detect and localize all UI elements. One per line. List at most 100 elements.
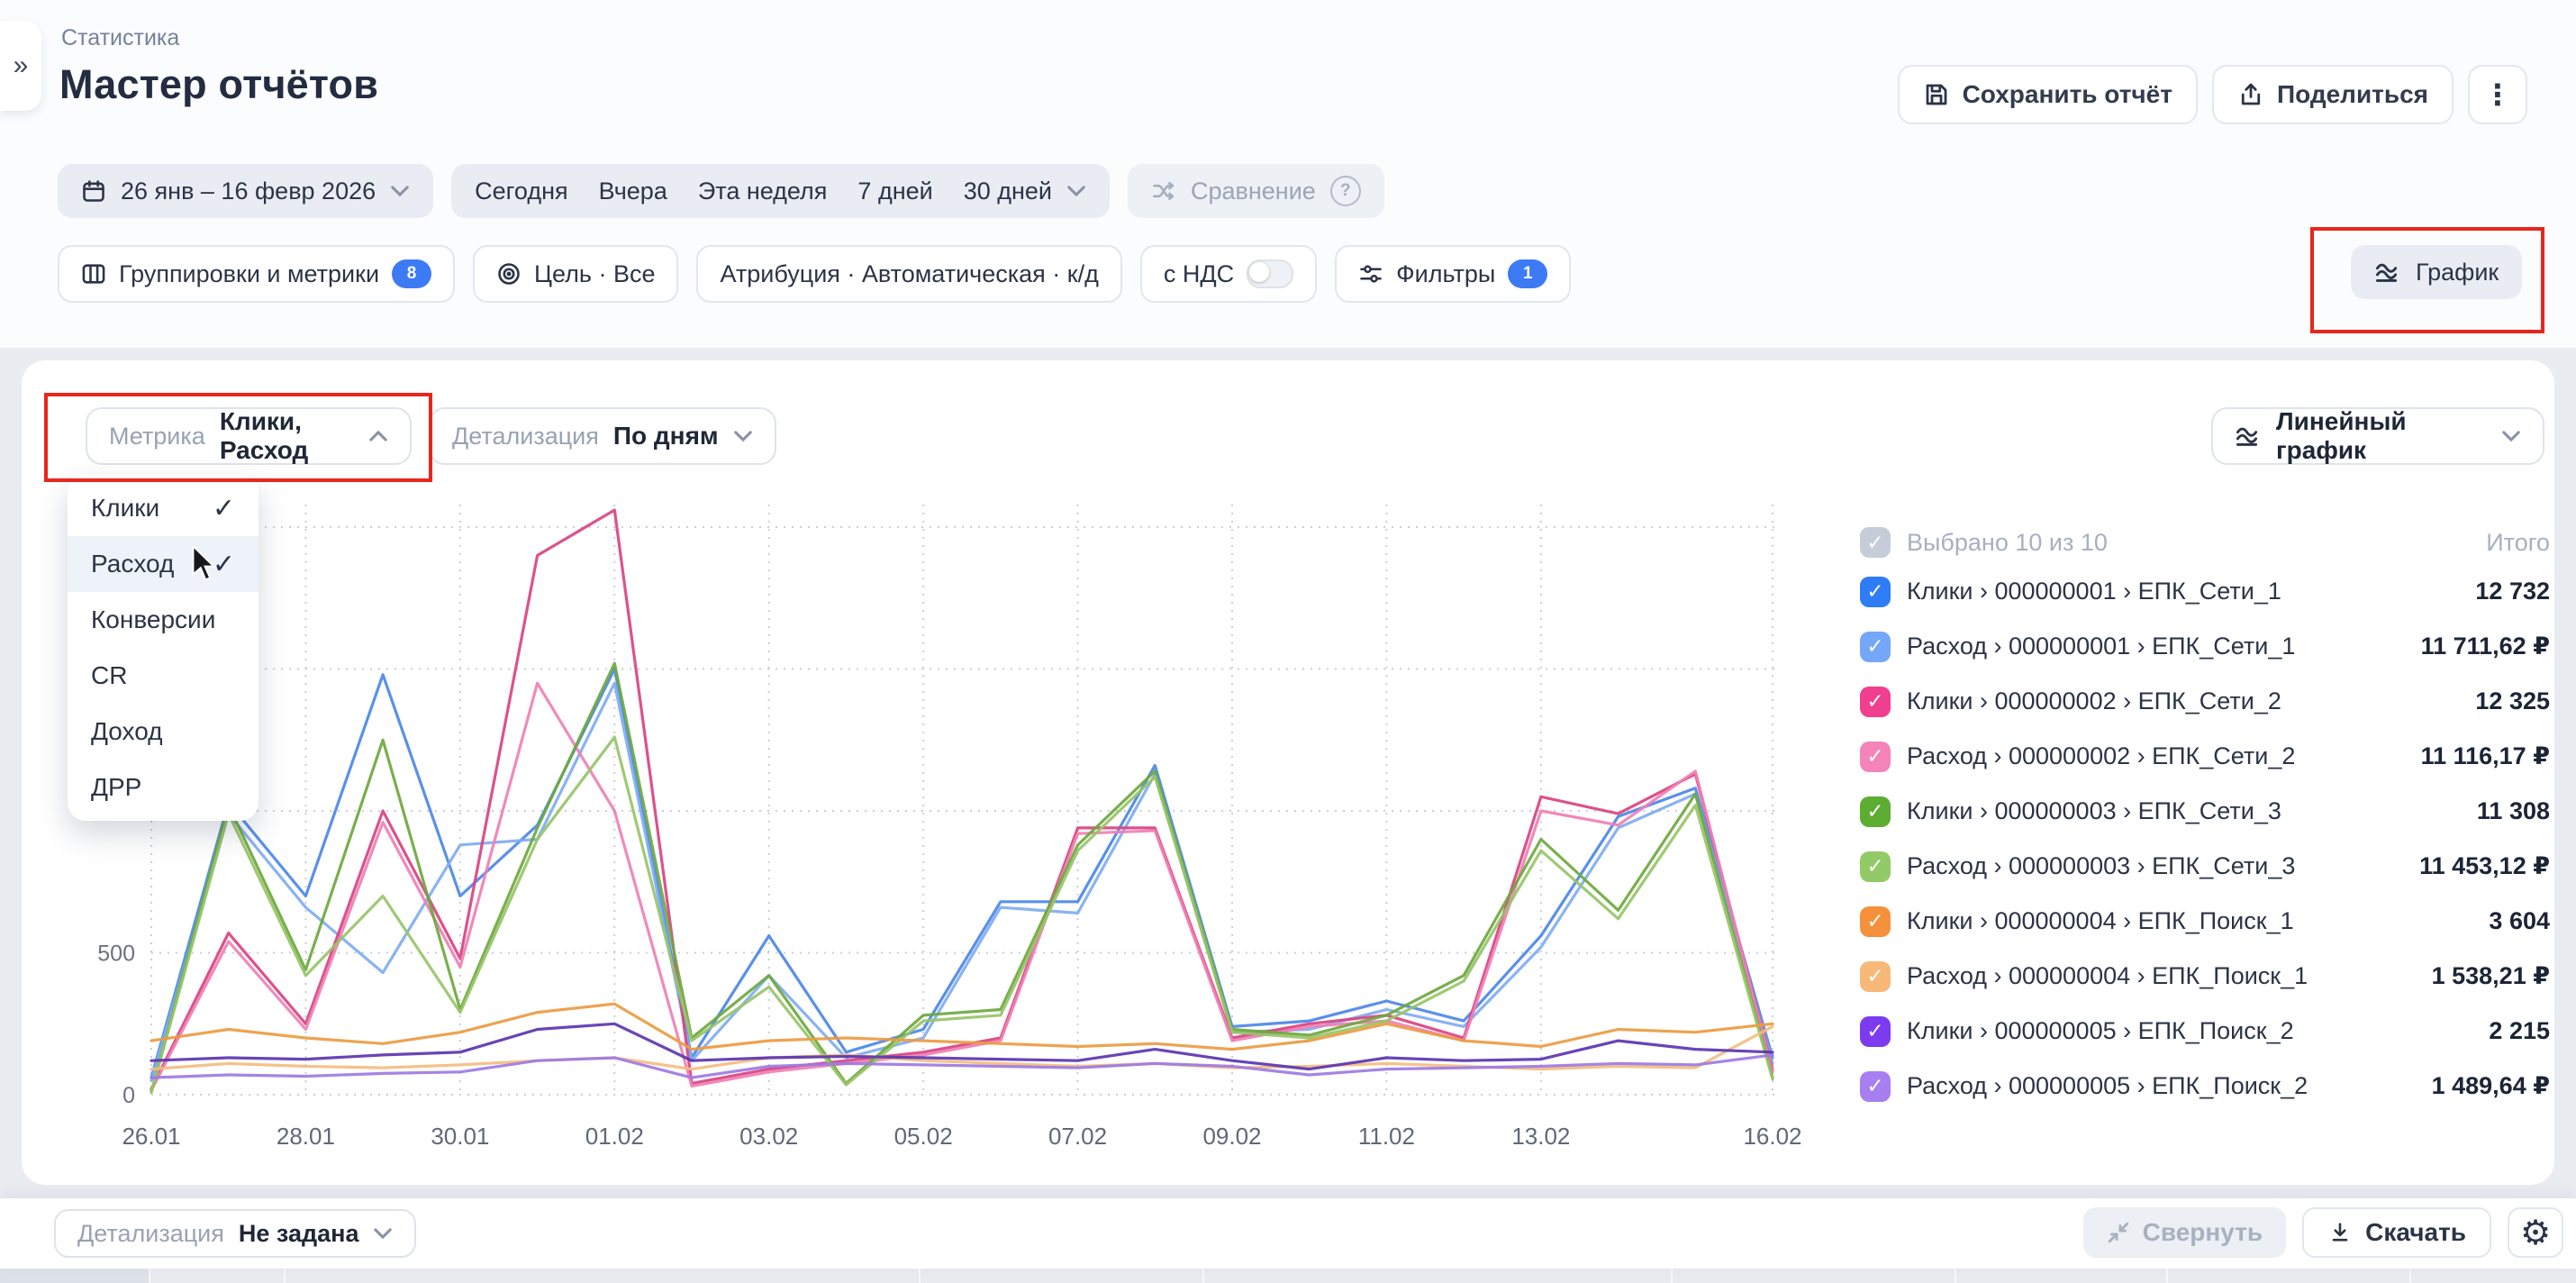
quick-range-item[interactable]: Эта неделя [698, 177, 828, 205]
legend-row: ✓Расход › 000000001 › ЕПК_Сети_111 711,6… [1860, 619, 2550, 674]
series-total-value: 12 732 [2475, 578, 2550, 605]
groupings-metrics-button[interactable]: Группировки и метрики 8 [58, 245, 455, 303]
series-checkbox[interactable]: ✓ [1860, 577, 1891, 607]
table-column-divider [919, 1269, 921, 1283]
goal-button[interactable]: Цель · Все [473, 245, 678, 303]
metric-option-label: Клики [91, 494, 159, 523]
series-label: Расход › 000000002 › ЕПК_Сети_2 [1907, 742, 2295, 770]
series-checkbox[interactable]: ✓ [1860, 742, 1891, 772]
bottom-bar-actions: Свернуть Скачать ⚙ [2083, 1207, 2563, 1258]
save-report-label: Сохранить отчёт [1963, 80, 2172, 109]
series-checkbox[interactable]: ✓ [1860, 851, 1891, 882]
sliders-icon [1358, 261, 1383, 287]
vat-toggle-pill[interactable]: с НДС [1140, 245, 1317, 303]
share-button[interactable]: Поделиться [2212, 65, 2454, 124]
columns-icon [81, 261, 106, 287]
detail-label: Детализация [452, 423, 599, 450]
series-label: Клики › 000000002 › ЕПК_Сети_2 [1907, 687, 2281, 715]
series-checkbox[interactable]: ✓ [1860, 906, 1891, 937]
metric-dropdown-item[interactable]: ДРР [68, 760, 259, 815]
select-all-checkbox[interactable]: ✓ [1860, 527, 1891, 558]
comparison-button[interactable]: Сравнение ? [1128, 164, 1384, 218]
calendar-icon [81, 178, 106, 204]
download-button[interactable]: Скачать [2302, 1207, 2491, 1258]
table-header-cell [0, 1269, 149, 1283]
series-checkbox[interactable]: ✓ [1860, 1016, 1891, 1047]
sidebar-expand-tab[interactable]: » [0, 21, 41, 111]
svg-text:13.02: 13.02 [1511, 1123, 1570, 1150]
collapse-icon [2107, 1221, 2130, 1244]
settings-button[interactable]: ⚙ [2508, 1207, 2563, 1258]
table-column-divider [1955, 1269, 1956, 1283]
date-range-picker[interactable]: 26 янв – 16 февр 2026 [58, 164, 433, 218]
series-checkbox[interactable]: ✓ [1860, 687, 1891, 717]
detail-selector[interactable]: Детализация По дням [429, 407, 776, 465]
vat-label: с НДС [1164, 260, 1234, 288]
series-label: Расход › 000000005 › ЕПК_Поиск_2 [1907, 1072, 2308, 1100]
svg-text:11.02: 11.02 [1358, 1123, 1415, 1150]
legend-row: ✓Расход › 000000003 › ЕПК_Сети_311 453,1… [1860, 839, 2550, 894]
attribution-button[interactable]: Атрибуция · Автоматическая · к/д [696, 245, 1121, 303]
legend-row: ✓ Клики › 000000002 › ЕПК_Сети_2 12 325 [1860, 674, 2550, 729]
table-detail-value: Не задана [239, 1220, 359, 1248]
page-title: Мастер отчётов [59, 61, 378, 108]
bottom-bar: Детализация Не задана Свернуть Скачать ⚙ [0, 1198, 2576, 1269]
filters-button[interactable]: Фильтры 1 [1335, 245, 1571, 303]
breadcrumb[interactable]: Статистика [61, 25, 179, 51]
table-column-divider [2166, 1269, 2168, 1283]
chart-legend: ✓ Выбрано 10 из 10 Итого ✓Клики › 000000… [1860, 521, 2550, 1114]
table-detail-selector[interactable]: Детализация Не задана [54, 1209, 416, 1258]
series-total-value: 12 325 [2475, 687, 2550, 715]
metric-dropdown-item[interactable]: CR [68, 648, 259, 704]
legend-row: ✓Клики › 000000005 › ЕПК_Поиск_22 215 [1860, 1004, 2550, 1059]
series-label: Клики › 000000003 › ЕПК_Сети_3 [1907, 797, 2281, 825]
svg-text:01.02: 01.02 [585, 1123, 644, 1150]
quick-ranges: Сегодня Вчера Эта неделя 7 дней 30 дней [475, 177, 1052, 205]
settings-filter-row: Группировки и метрики 8 Цель · Все Атриб… [58, 245, 1571, 303]
table-column-divider [1671, 1269, 1673, 1283]
metric-dropdown-item[interactable]: Конверсии [68, 592, 259, 648]
chevron-down-icon[interactable] [1066, 185, 1086, 197]
vat-toggle[interactable] [1247, 259, 1293, 288]
quick-range-item[interactable]: 7 дней [857, 177, 932, 205]
metric-option-label: CR [91, 661, 127, 690]
double-chevron-right-icon: » [14, 50, 29, 81]
table-column-divider [284, 1269, 286, 1283]
save-report-button[interactable]: Сохранить отчёт [1898, 65, 2198, 124]
target-icon [496, 261, 522, 287]
quick-range-item[interactable]: Вчера [599, 177, 667, 205]
more-actions-button[interactable]: ⋮ [2468, 65, 2527, 124]
series-checkbox[interactable]: ✓ [1860, 632, 1891, 662]
groupings-badge: 8 [392, 259, 431, 288]
quick-range-item[interactable]: 30 дней [964, 177, 1052, 205]
collapse-button[interactable]: Свернуть [2083, 1207, 2287, 1258]
metric-dropdown-item[interactable]: Расход✓ [68, 536, 259, 592]
series-checkbox[interactable]: ✓ [1860, 1071, 1891, 1102]
legend-header: ✓ Выбрано 10 из 10 Итого [1860, 521, 2550, 564]
series-total-value: 11 453,12 ₽ [2419, 852, 2550, 880]
annotation-box-chart-toggle [2310, 227, 2544, 333]
line-chart-icon [2235, 424, 2262, 448]
mouse-cursor [189, 546, 220, 587]
download-label: Скачать [2365, 1218, 2466, 1247]
metric-option-label: Конверсии [91, 605, 215, 634]
series-label: Расход › 000000004 › ЕПК_Поиск_1 [1907, 962, 2308, 990]
date-filter-row: 26 янв – 16 февр 2026 Сегодня Вчера Эта не… [58, 164, 1384, 218]
attribution-label: Атрибуция · Автоматическая · к/д [720, 260, 1098, 288]
chart-type-selector[interactable]: Линейный график [2211, 407, 2544, 465]
series-total-value: 11 308 [2477, 797, 2550, 825]
metric-dropdown-item[interactable]: Клики✓ [68, 480, 259, 536]
quick-range-item[interactable]: Сегодня [475, 177, 567, 205]
series-total-value: 1 538,21 ₽ [2432, 962, 2550, 990]
annotation-box-metric-selector [44, 393, 432, 482]
metric-option-label: ДРР [91, 773, 141, 802]
header-actions: Сохранить отчёт Поделиться ⋮ [1898, 65, 2527, 124]
table-column-divider [149, 1269, 150, 1283]
series-checkbox[interactable]: ✓ [1860, 796, 1891, 827]
series-total-value: 11 116,17 ₽ [2421, 742, 2550, 770]
kebab-icon: ⋮ [2483, 77, 2512, 112]
svg-text:16.02: 16.02 [1743, 1123, 1801, 1150]
metric-dropdown-item[interactable]: Доход [68, 704, 259, 760]
line-chart: 050010001500200026.0128.0130.0101.0203.0… [22, 360, 1877, 1185]
series-checkbox[interactable]: ✓ [1860, 961, 1891, 992]
